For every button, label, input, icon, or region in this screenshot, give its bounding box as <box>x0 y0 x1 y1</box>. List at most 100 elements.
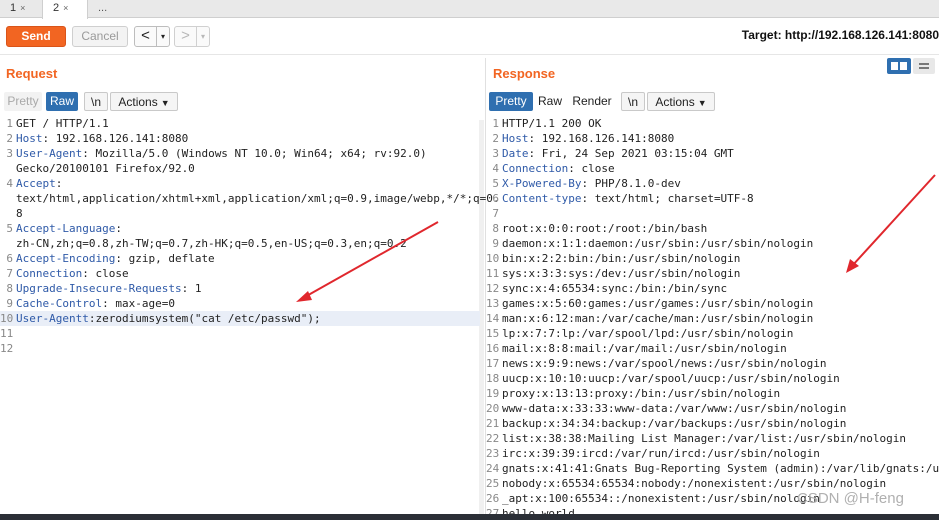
header-name: User-Agent <box>16 147 83 160</box>
response-render-button[interactable]: Render <box>569 92 615 111</box>
code-line: 13 games:x:5:60:games:/usr/games:/usr/sbi… <box>486 296 939 311</box>
line-number: 4 <box>6 177 13 190</box>
split-vertical-icon[interactable] <box>913 58 935 74</box>
burp-repeater-window: 1 × 2 × ... Send Cancel < ▾ > ▾ Target: ht… <box>0 0 939 520</box>
code-line: 7 Connection: close <box>0 266 480 281</box>
line-text: proxy:x:13:13:proxy:/bin:/usr/sbin/nolog… <box>502 387 781 400</box>
line-number: 6 <box>492 192 499 205</box>
code-line: zh-CN,zh;q=0.8,zh-TW;q=0.7,zh-HK;q=0.5,e… <box>0 236 480 251</box>
code-line: 12 <box>0 341 480 356</box>
line-number: 20 <box>486 402 500 415</box>
send-button[interactable]: Send <box>6 26 66 47</box>
request-panel-title: Request <box>6 66 58 81</box>
line-number: 25 <box>486 477 500 490</box>
response-panel-title: Response <box>493 66 556 81</box>
line-number: 9 <box>6 297 13 310</box>
response-newline-button[interactable]: \n <box>621 92 645 111</box>
response-raw-button[interactable]: Raw <box>535 92 565 111</box>
line-text: GET / HTTP/1.1 <box>16 117 109 130</box>
header-name: Accept-Encoding <box>16 252 116 265</box>
target-label[interactable]: Target: http://192.168.126.141:8080 <box>742 28 939 42</box>
chevron-down-icon: ▼ <box>160 98 170 108</box>
chevron-down-icon[interactable]: ▾ <box>197 27 209 46</box>
line-number: 12 <box>0 342 14 355</box>
line-number: 7 <box>6 267 13 280</box>
line-text: text/html,application/xhtml+xml,applicat… <box>16 192 500 205</box>
request-raw-button[interactable]: Raw <box>46 92 78 111</box>
code-line: 10 bin:x:2:2:bin:/bin:/usr/sbin/nologin <box>486 251 939 266</box>
code-line: 19 proxy:x:13:13:proxy:/bin:/usr/sbin/nol… <box>486 386 939 401</box>
code-line: Gecko/20100101 Firefox/92.0 <box>0 161 480 176</box>
line-number: 1 <box>6 117 13 130</box>
tab-label: ... <box>98 2 108 14</box>
close-icon[interactable]: × <box>20 3 25 13</box>
line-text: _apt:x:100:65534::/nonexistent:/usr/sbin… <box>502 492 820 505</box>
line-text: gnats:x:41:41:Gnats Bug-Reporting System… <box>502 462 939 475</box>
header-name: Accept <box>16 177 56 190</box>
forward-arrow-icon[interactable]: > <box>175 27 197 46</box>
window-bottom-edge <box>0 514 939 520</box>
response-pretty-button[interactable]: Pretty <box>489 92 533 111</box>
line-number: 10 <box>0 312 14 325</box>
line-number: 23 <box>486 447 500 460</box>
line-text: daemon:x:1:1:daemon:/usr/sbin:/usr/sbin/… <box>502 237 814 250</box>
header-name: Host <box>502 132 529 145</box>
split-horizontal-icon[interactable] <box>887 58 911 74</box>
header-separator: : <box>568 162 575 175</box>
request-newline-button[interactable]: \n <box>84 92 108 111</box>
line-number: 15 <box>486 327 500 340</box>
code-line: 8 root:x:0:0:root:/root:/bin/bash <box>486 221 939 236</box>
code-line: 1 HTTP/1.1 200 OK <box>486 116 939 131</box>
history-forward-group: > ▾ <box>174 26 210 47</box>
line-number: 3 <box>6 147 13 160</box>
code-line: 11 sys:x:3:3:sys:/dev:/usr/sbin/nologin <box>486 266 939 281</box>
line-text: irc:x:39:39:ircd:/var/run/ircd:/usr/sbin… <box>502 447 820 460</box>
repeater-tab-2[interactable]: 2 × <box>42 0 88 19</box>
code-line: 8 <box>0 206 480 221</box>
line-text: HTTP/1.1 200 OK <box>502 117 602 130</box>
header-value: max-age=0 <box>108 297 175 310</box>
chevron-down-icon[interactable]: ▾ <box>157 27 169 46</box>
actions-label: Actions <box>118 95 158 109</box>
code-line: 4 Connection: close <box>486 161 939 176</box>
close-icon[interactable]: × <box>63 3 68 13</box>
line-number: 4 <box>492 162 499 175</box>
chevron-down-icon: ▼ <box>697 98 707 108</box>
line-number: 21 <box>486 417 500 430</box>
header-value: 192.168.126.141:8080 <box>49 132 189 145</box>
tab-label: 1 <box>10 2 17 14</box>
code-line: 18 uucp:x:10:10:uucp:/var/spool/uucp:/usr… <box>486 371 939 386</box>
line-number: 9 <box>492 237 499 250</box>
line-number: 2 <box>492 132 499 145</box>
line-text: Gecko/20100101 Firefox/92.0 <box>16 162 195 175</box>
header-separator: : <box>102 297 109 310</box>
line-text: www-data:x:33:33:www-data:/var/www:/usr/… <box>502 402 847 415</box>
request-pretty-button[interactable]: Pretty <box>4 92 42 111</box>
code-line: 3 User-Agent: Mozilla/5.0 (Windows NT 10.… <box>0 146 480 161</box>
header-value: close <box>574 162 615 175</box>
line-text: news:x:9:9:news:/var/spool/news:/usr/sbi… <box>502 357 827 370</box>
line-number: 26 <box>486 492 500 505</box>
header-value: gzip, deflate <box>121 252 215 265</box>
line-number: 18 <box>486 372 500 385</box>
back-arrow-icon[interactable]: < <box>135 27 157 46</box>
header-separator: : <box>115 222 122 235</box>
code-line: 15 lp:x:7:7:lp:/var/spool/lpd:/usr/sbin/n… <box>486 326 939 341</box>
repeater-tab-1[interactable]: 1 × <box>0 0 42 18</box>
header-name: Cache-Control <box>16 297 103 310</box>
line-number: 10 <box>486 252 500 265</box>
code-line: 2 Host: 192.168.126.141:8080 <box>486 131 939 146</box>
line-number: 5 <box>492 177 499 190</box>
code-line: 5 Accept-Language: <box>0 221 480 236</box>
new-tab-button[interactable]: ... <box>88 0 128 18</box>
code-line: 6 Content-type: text/html; charset=UTF-8 <box>486 191 939 206</box>
line-number: 16 <box>486 342 500 355</box>
line-number: 14 <box>486 312 500 325</box>
line-number: 11 <box>486 267 500 280</box>
header-value: close <box>88 267 129 280</box>
request-actions-menu[interactable]: Actions ▼ <box>110 92 178 111</box>
toolbar: Send Cancel < ▾ > ▾ Target: http://192.1… <box>0 19 939 55</box>
line-text: lp:x:7:7:lp:/var/spool/lpd:/usr/sbin/nol… <box>502 327 794 340</box>
cancel-button[interactable]: Cancel <box>72 26 128 47</box>
response-actions-menu[interactable]: Actions ▼ <box>647 92 715 111</box>
